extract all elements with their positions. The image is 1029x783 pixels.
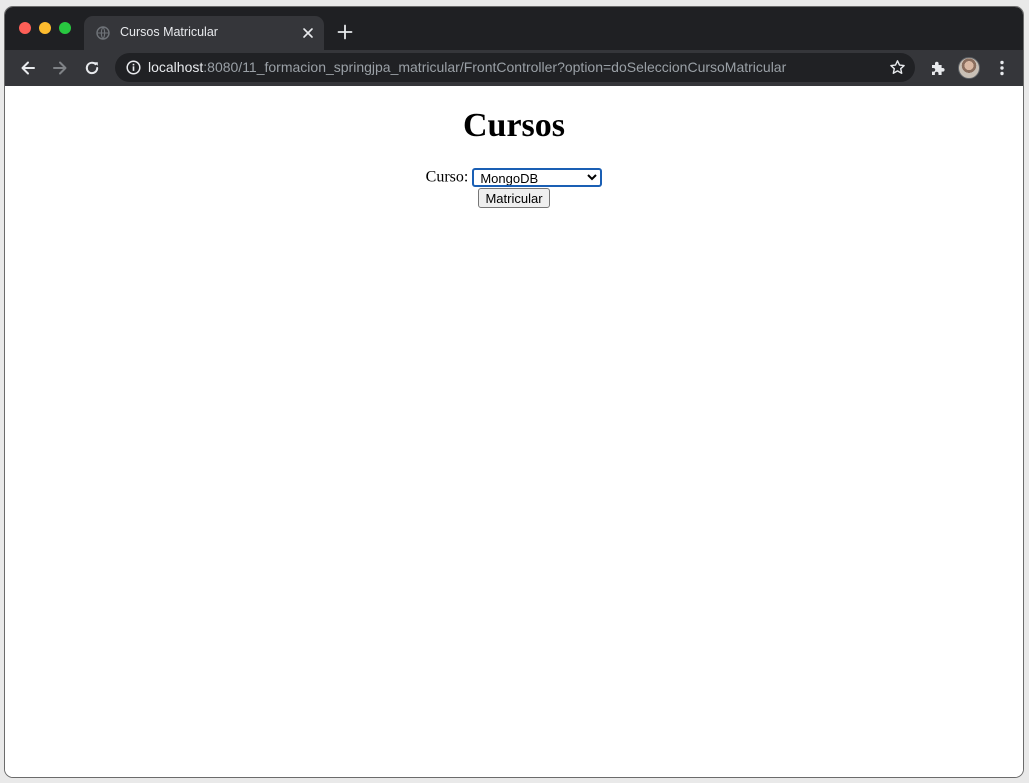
window-close-button[interactable]	[19, 22, 31, 34]
window-minimize-button[interactable]	[39, 22, 51, 34]
submit-row: Matricular	[5, 188, 1023, 209]
address-bar[interactable]: localhost:8080/11_formacion_springjpa_ma…	[115, 53, 915, 82]
window-maximize-button[interactable]	[59, 22, 71, 34]
url-text[interactable]: localhost:8080/11_formacion_springjpa_ma…	[148, 59, 786, 75]
tab-title: Cursos Matricular	[120, 25, 218, 39]
tab-close-icon[interactable]	[301, 26, 315, 40]
browser-window: Cursos Matricular localhost:8080/11_form…	[4, 6, 1024, 778]
curso-label: Curso:	[425, 168, 469, 186]
back-arrow-icon[interactable]	[19, 59, 37, 77]
url-host: localhost	[148, 59, 204, 75]
page-viewport: Cursos Curso: MongoDB Matricular	[5, 86, 1023, 777]
forward-arrow-icon[interactable]	[51, 59, 69, 77]
tab-cursos-matricular[interactable]: Cursos Matricular	[84, 16, 324, 50]
bookmark-star-icon[interactable]	[889, 59, 906, 76]
extensions-puzzle-icon[interactable]	[929, 59, 947, 77]
curso-form-row: Curso: MongoDB	[5, 167, 1023, 187]
info-icon[interactable]	[126, 60, 141, 75]
page-title: Cursos	[462, 107, 566, 144]
globe-icon	[96, 26, 110, 40]
page-content: Cursos Curso: MongoDB Matricular	[5, 86, 1023, 209]
curso-select[interactable]: MongoDB	[472, 167, 603, 187]
tab-strip: Cursos Matricular	[5, 7, 1023, 50]
reload-icon[interactable]	[83, 59, 101, 77]
kebab-menu-icon[interactable]	[995, 59, 1009, 77]
matricular-button[interactable]: Matricular	[478, 188, 550, 209]
profile-avatar[interactable]	[958, 57, 980, 79]
browser-toolbar: localhost:8080/11_formacion_springjpa_ma…	[5, 50, 1023, 86]
new-tab-icon[interactable]	[337, 24, 353, 40]
url-path: :8080/11_formacion_springjpa_matricular/…	[203, 59, 787, 75]
